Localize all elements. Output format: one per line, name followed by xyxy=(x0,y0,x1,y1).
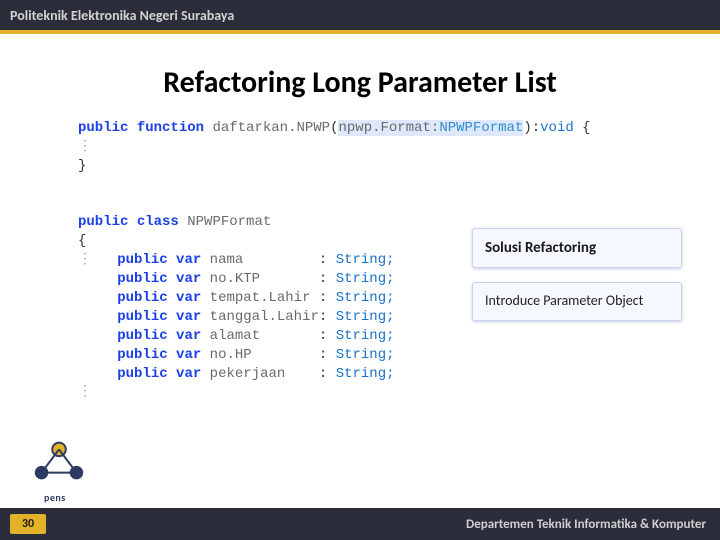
pens-logo xyxy=(28,430,90,492)
logo-label: pens xyxy=(44,491,66,504)
institution-name: Politeknik Elektronika Negeri Surabaya xyxy=(10,7,234,24)
department-name: Departemen Teknik Informatika & Komputer xyxy=(466,517,706,532)
callout-technique: Introduce Parameter Object xyxy=(472,282,682,321)
callout-solution: Solusi Refactoring xyxy=(472,228,682,268)
network-icon xyxy=(28,430,90,492)
slide-number: 30 xyxy=(22,517,34,531)
callout-technique-body: Introduce Parameter Object xyxy=(485,293,669,310)
header-bar: Politeknik Elektronika Negeri Surabaya xyxy=(0,0,720,30)
accent-line xyxy=(0,30,720,34)
slide-title: Refactoring Long Parameter List xyxy=(0,64,720,101)
footer-bar: Departemen Teknik Informatika & Komputer xyxy=(0,508,720,540)
callout-solution-title: Solusi Refactoring xyxy=(485,239,669,257)
slide-number-badge: 30 xyxy=(10,514,46,534)
callout-group: Solusi Refactoring Introduce Parameter O… xyxy=(472,228,682,335)
